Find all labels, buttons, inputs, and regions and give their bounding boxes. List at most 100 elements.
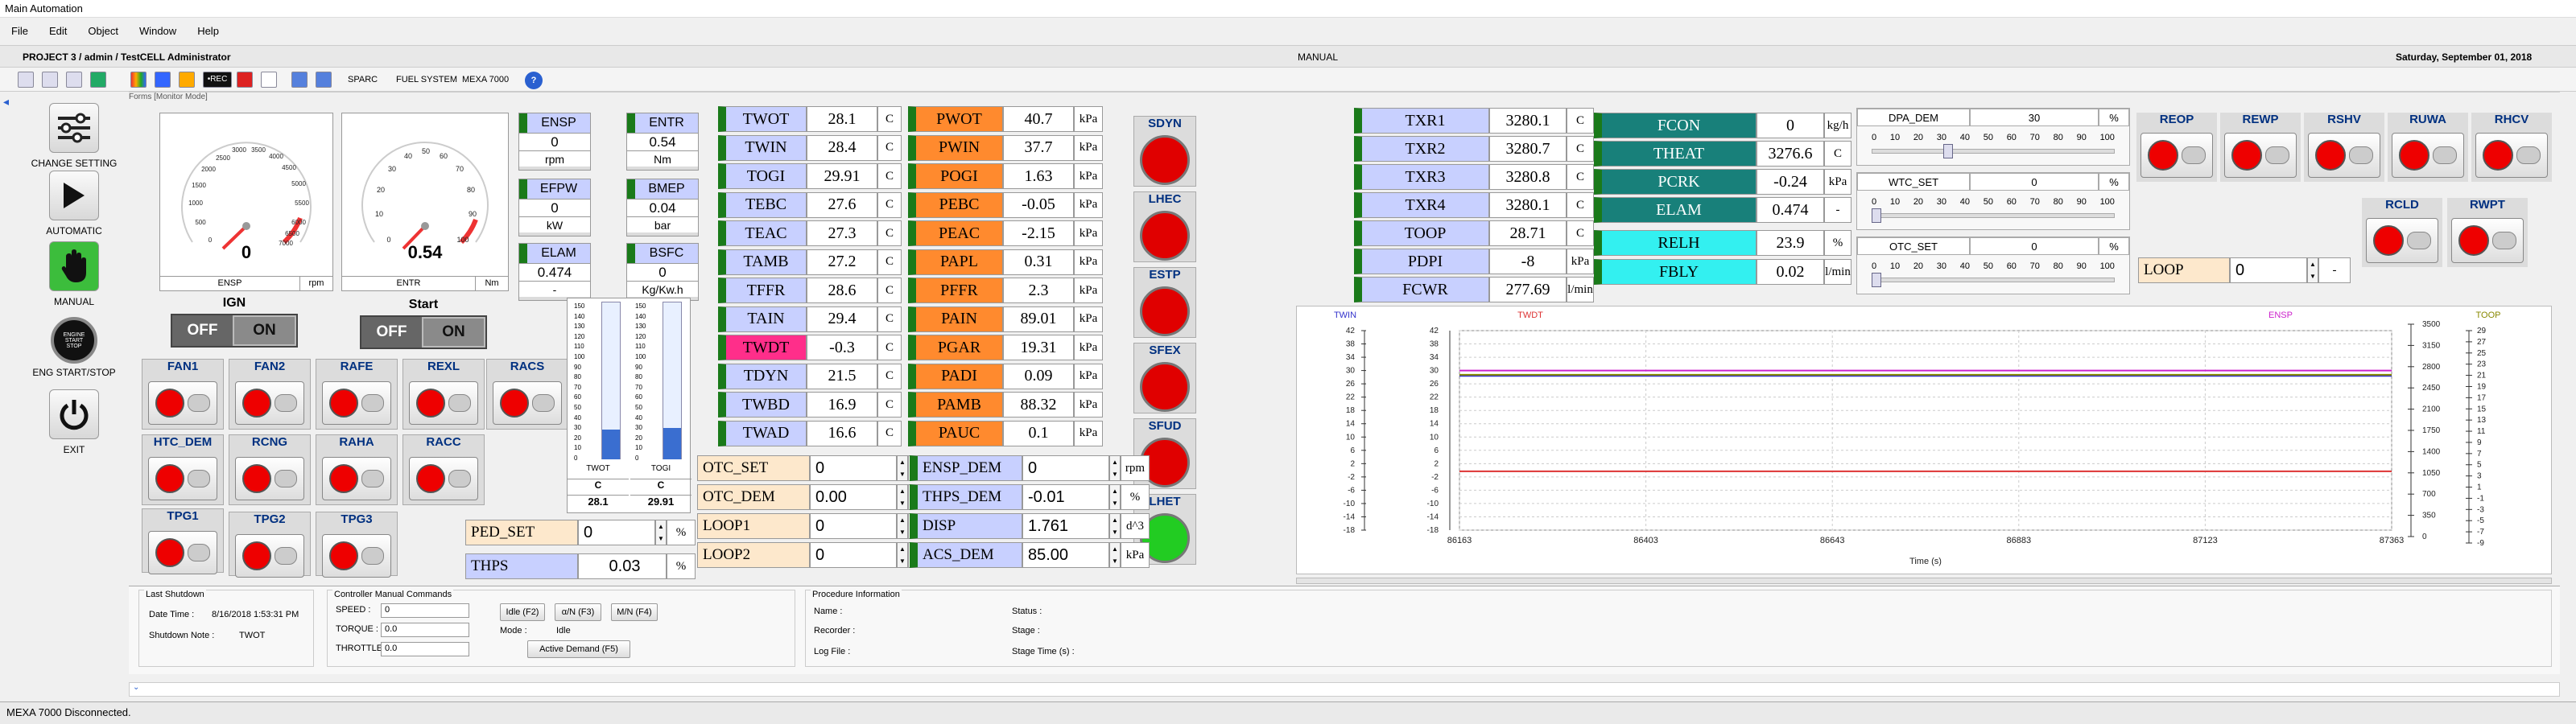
toolbar-icon-6[interactable] bbox=[155, 72, 171, 88]
speed-input[interactable]: 0 bbox=[381, 603, 469, 618]
switch-tpg1[interactable]: TPG1 bbox=[142, 508, 224, 574]
collapse-left-icon[interactable]: ◂ bbox=[3, 95, 9, 109]
slider-value[interactable]: 0 bbox=[1970, 173, 2099, 191]
slider-value[interactable]: 30 bbox=[1970, 109, 2099, 126]
ign-off[interactable]: OFF bbox=[172, 315, 233, 346]
menu-window[interactable]: Window bbox=[139, 25, 176, 39]
sig-value[interactable]: 0 bbox=[1022, 455, 1109, 481]
spinner-icon[interactable]: ▲ ▼ bbox=[897, 542, 908, 568]
switch-rewp[interactable]: REWP bbox=[2220, 113, 2301, 182]
switch-button[interactable] bbox=[322, 457, 391, 500]
toolbar-icon-10[interactable] bbox=[316, 72, 332, 88]
switch-button[interactable] bbox=[2308, 133, 2380, 178]
slider-otc-set[interactable]: OTC_SET 0% 0 10 20 30 40 50 60 70 80 90 100 bbox=[1856, 237, 2130, 294]
toolbar-icon-4[interactable] bbox=[90, 72, 106, 88]
sig-value[interactable]: 0 bbox=[810, 513, 897, 539]
switch-rwpt[interactable]: RWPT bbox=[2447, 198, 2528, 267]
m-n-button[interactable]: M/N (F4) bbox=[611, 603, 658, 621]
switch-button[interactable] bbox=[148, 457, 217, 500]
switch-button[interactable] bbox=[2366, 218, 2438, 263]
sig-value[interactable]: 1.761 bbox=[1022, 513, 1109, 539]
spinner-icon[interactable]: ▲ ▼ bbox=[655, 520, 667, 545]
switch-rcng[interactable]: RCNG bbox=[229, 434, 311, 505]
rec-button[interactable]: •REC bbox=[203, 72, 232, 88]
sig-value[interactable]: 0 bbox=[810, 455, 897, 481]
switch-button[interactable] bbox=[322, 381, 391, 425]
switch-racc[interactable]: RACC bbox=[402, 434, 485, 505]
setpoint-loop1[interactable]: LOOP10▲▼- bbox=[697, 513, 937, 539]
sparc-label[interactable]: SPARC bbox=[348, 75, 378, 84]
ign-toggle[interactable]: IGN OFF ON bbox=[158, 296, 311, 348]
setpoint-loop2[interactable]: LOOP20▲▼- bbox=[697, 542, 937, 568]
setpoint-ensp-dem[interactable]: ENSP_DEM 0 ▲ ▼ rpm bbox=[910, 455, 1150, 481]
nav-exit[interactable]: EXIT bbox=[18, 389, 130, 455]
nav-change-setting[interactable]: CHANGE SETTING bbox=[18, 103, 130, 169]
ign-on[interactable]: ON bbox=[233, 315, 296, 346]
switch-button[interactable] bbox=[235, 381, 304, 425]
switch-button[interactable] bbox=[2224, 133, 2297, 178]
switch-racs[interactable]: RACS bbox=[486, 359, 568, 430]
alpha-n-button[interactable]: α/N (F3) bbox=[555, 603, 601, 621]
slider-thumb[interactable] bbox=[1872, 208, 1881, 223]
spinner-icon[interactable]: ▲ ▼ bbox=[1109, 484, 1121, 510]
switch-button[interactable] bbox=[148, 381, 217, 425]
menu-help[interactable]: Help bbox=[197, 25, 219, 39]
sig-value[interactable]: -0.01 bbox=[1022, 484, 1109, 510]
slider-thumb[interactable] bbox=[1943, 144, 1953, 158]
slider-thumb[interactable] bbox=[1872, 273, 1881, 287]
start-toggle[interactable]: Start OFF ON bbox=[348, 298, 499, 349]
torque-input[interactable]: 0.0 bbox=[381, 623, 469, 637]
active-demand-button[interactable]: Active Demand (F5) bbox=[527, 640, 630, 658]
spinner-icon[interactable]: ▲ ▼ bbox=[1109, 455, 1121, 481]
switch-button[interactable] bbox=[2392, 133, 2464, 178]
switch-button[interactable] bbox=[409, 381, 478, 425]
switch-button[interactable] bbox=[322, 534, 391, 578]
toolbar-icon-7[interactable] bbox=[179, 72, 195, 88]
start-off[interactable]: OFF bbox=[361, 317, 422, 348]
fuel-system-label[interactable]: FUEL SYSTEM bbox=[396, 75, 457, 84]
switch-button[interactable] bbox=[2475, 133, 2548, 178]
switch-rexl[interactable]: REXL bbox=[402, 359, 485, 430]
toolbar-icon-2[interactable] bbox=[42, 72, 58, 88]
menu-object[interactable]: Object bbox=[88, 25, 118, 39]
spinner-icon[interactable]: ▲ ▼ bbox=[2307, 257, 2318, 283]
setpoint-otc-set[interactable]: OTC_SET0▲▼% bbox=[697, 455, 937, 481]
switch-button[interactable] bbox=[493, 381, 562, 425]
spinner-icon[interactable]: ▲ ▼ bbox=[897, 484, 908, 510]
ped-set-control[interactable]: PED_SET 0 ▲ ▼ % bbox=[465, 520, 696, 545]
mexa-label[interactable]: MEXA 7000 bbox=[462, 75, 509, 84]
chart-scrollbar[interactable] bbox=[1296, 578, 2552, 584]
toolbar-icon-8[interactable] bbox=[237, 72, 253, 88]
toolbar-icon-3[interactable] bbox=[66, 72, 82, 88]
switch-button[interactable] bbox=[409, 457, 478, 500]
switch-rcld[interactable]: RCLD bbox=[2362, 198, 2442, 267]
spinner-icon[interactable]: ▲ ▼ bbox=[1109, 542, 1121, 568]
switch-button[interactable] bbox=[2451, 218, 2524, 263]
spinner-icon[interactable]: ▲ ▼ bbox=[897, 513, 908, 539]
slider-wtc-set[interactable]: WTC_SET 0% 0 10 20 30 40 50 60 70 80 90 100 bbox=[1856, 172, 2130, 230]
switch-ruwa[interactable]: RUWA bbox=[2388, 113, 2468, 182]
switch-tpg3[interactable]: TPG3 bbox=[316, 512, 398, 578]
chat-icon[interactable] bbox=[261, 72, 277, 88]
help-icon[interactable]: ? bbox=[525, 72, 543, 89]
switch-htc_dem[interactable]: HTC_DEM bbox=[142, 434, 224, 505]
toolbar-icon-9[interactable] bbox=[291, 72, 308, 88]
throttle-input[interactable]: 0.0 bbox=[381, 642, 469, 656]
slider-value[interactable]: 0 bbox=[1970, 237, 2099, 255]
toolbar-icon-1[interactable] bbox=[18, 72, 34, 88]
setpoint-otc-dem[interactable]: OTC_DEM0.00▲▼% bbox=[697, 484, 937, 510]
switch-fan1[interactable]: FAN1 bbox=[142, 359, 224, 430]
switch-button[interactable] bbox=[2140, 133, 2213, 178]
sig-value[interactable]: 0 bbox=[2230, 257, 2307, 283]
nav-manual[interactable]: MANUAL bbox=[18, 241, 130, 307]
setpoint-disp[interactable]: DISP 1.761 ▲ ▼ d^3 bbox=[910, 513, 1150, 539]
sig-value[interactable]: 85.00 bbox=[1022, 542, 1109, 568]
start-on[interactable]: ON bbox=[422, 317, 485, 348]
setpoint-thps-dem[interactable]: THPS_DEM -0.01 ▲ ▼% bbox=[910, 484, 1150, 510]
switch-rafe[interactable]: RAFE bbox=[316, 359, 398, 430]
trend-chart[interactable]: TWIN TWDT ENSP TOOP 42 42 38 38 34 34 30 30 26 26 22 22… bbox=[1296, 306, 2552, 574]
expand-panel-icon[interactable]: ⌄ bbox=[129, 682, 2560, 697]
spinner-icon[interactable]: ▲ ▼ bbox=[1109, 513, 1121, 539]
switch-rshv[interactable]: RSHV bbox=[2304, 113, 2384, 182]
switch-button[interactable] bbox=[235, 534, 304, 578]
